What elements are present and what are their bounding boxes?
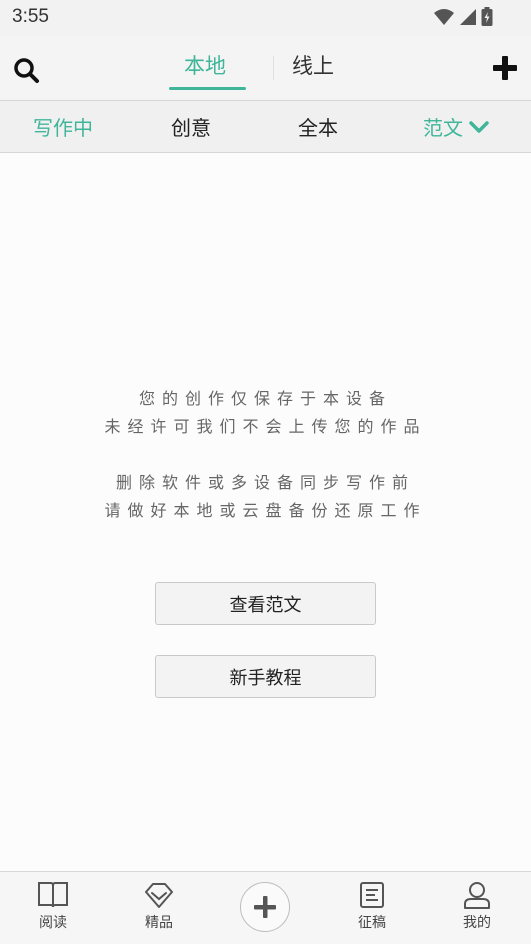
nav-read[interactable]: 阅读 [23,880,83,932]
subtab-writing[interactable]: 写作中 [33,112,93,141]
wifi-icon [434,9,454,25]
subtab-samples[interactable]: 范文 [423,112,489,141]
subtab-full[interactable]: 全本 [298,112,338,141]
nav-contest[interactable]: 征稿 [342,880,402,932]
search-icon [14,58,39,83]
active-tab-indicator [169,87,246,90]
tab-online[interactable]: 线上 [292,50,334,80]
notice-line-1: 您的创作仅保存于本设备 [138,389,392,408]
nav-contest-label: 征稿 [358,915,386,931]
notice-line-2: 未经许可我们不会上传您的作品 [104,417,427,436]
notice-line-4: 请做好本地或云盘备份还原工作 [104,501,427,520]
signal-icon [460,9,476,25]
search-button[interactable] [12,56,42,86]
category-tabs: 写作中 创意 全本 范文 [0,100,531,153]
notice-line-3: 删除软件或多设备同步写作前 [115,473,415,492]
nav-premium[interactable]: 精品 [129,880,189,932]
nav-read-label: 阅读 [39,915,67,931]
status-icons [433,7,493,27]
tab-local[interactable]: 本地 [184,50,226,80]
status-time: 3:55 [12,6,49,27]
status-bar: 3:55 [0,0,531,36]
beginner-tutorial-button[interactable]: 新手教程 [155,655,376,698]
create-button[interactable] [240,882,290,932]
top-bar: 本地 线上 [0,36,531,100]
battery-icon [481,7,493,26]
tab-divider [273,56,274,80]
add-button[interactable] [491,54,519,82]
nav-mine-label: 我的 [463,915,491,931]
subtab-samples-label: 范文 [423,116,463,140]
view-samples-button[interactable]: 查看范文 [155,582,376,625]
nav-premium-label: 精品 [145,915,173,931]
diamond-icon [145,883,173,908]
nav-mine[interactable]: 我的 [447,880,507,932]
app-screen: 3:55 本地 线上 写作中 创意 全本 范文 您的创作仅保存于本设备 未经许可… [0,0,531,944]
user-icon [464,882,490,909]
chevron-down-icon [469,120,489,133]
plus-icon [493,56,517,80]
book-icon [38,882,68,908]
plus-circle-icon [254,896,276,918]
subtab-idea[interactable]: 创意 [171,112,211,141]
document-icon [360,882,384,908]
bottom-nav: 阅读 精品 征稿 我的 [0,871,531,944]
